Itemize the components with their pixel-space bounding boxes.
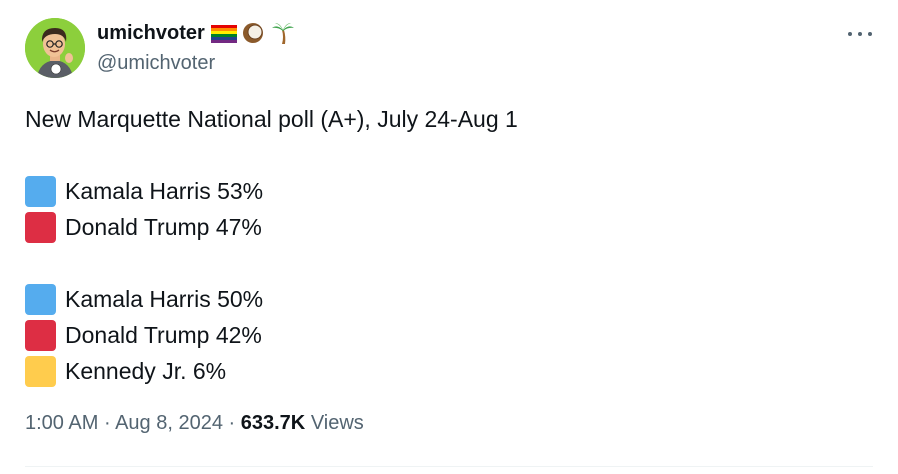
rainbow-flag-icon (210, 22, 237, 44)
more-dot (848, 32, 852, 36)
yellow-square-icon (25, 355, 56, 387)
poll-line-text: Kennedy Jr. 6% (65, 358, 227, 384)
divider (25, 466, 873, 467)
more-dot (858, 32, 862, 36)
poll-line-text: Kamala Harris 53% (65, 178, 264, 204)
meta-separator: · (228, 412, 236, 434)
avatar-image (25, 18, 85, 78)
meta-separator: · (103, 412, 111, 434)
blue-square-icon (25, 283, 56, 315)
views-count[interactable]: 633.7K (241, 412, 306, 434)
author-block: umichvoter @umichvoter (97, 20, 295, 75)
blue-square-icon (25, 175, 56, 207)
poll-line-text: Kamala Harris 50% (65, 286, 264, 312)
palm-tree-icon (271, 22, 295, 44)
poll-line-text: Donald Trump 42% (65, 322, 262, 348)
poll-line-text: Donald Trump 47% (65, 214, 262, 240)
coconut-icon (241, 22, 265, 44)
red-square-icon (25, 319, 56, 351)
poll-line: Donald Trump 47% (25, 209, 865, 245)
tweet-date[interactable]: Aug 8, 2024 (115, 412, 223, 434)
more-dot (868, 32, 872, 36)
tweet-headline: New Marquette National poll (A+), July 2… (25, 106, 518, 132)
display-name[interactable]: umichvoter (97, 22, 205, 45)
tweet-time[interactable]: 1:00 AM (25, 412, 98, 434)
tweet-text: New Marquette National poll (A+), July 2… (25, 101, 865, 389)
red-square-icon (25, 211, 56, 243)
views-label: Views (310, 412, 364, 434)
avatar[interactable] (25, 18, 85, 78)
tweet: umichvoter @umichvoter New Marquette Nat… (0, 0, 898, 474)
tweet-meta: 1:00 AM · Aug 8, 2024 · 633.7K Views (25, 412, 364, 435)
poll-line: Kennedy Jr. 6% (25, 353, 865, 389)
poll-line: Kamala Harris 53% (25, 173, 865, 209)
poll-line: Kamala Harris 50% (25, 281, 865, 317)
handle[interactable]: @umichvoter (97, 52, 295, 75)
display-name-row: umichvoter (97, 20, 295, 46)
poll-line: Donald Trump 42% (25, 317, 865, 353)
more-options-icon[interactable] (848, 24, 872, 44)
